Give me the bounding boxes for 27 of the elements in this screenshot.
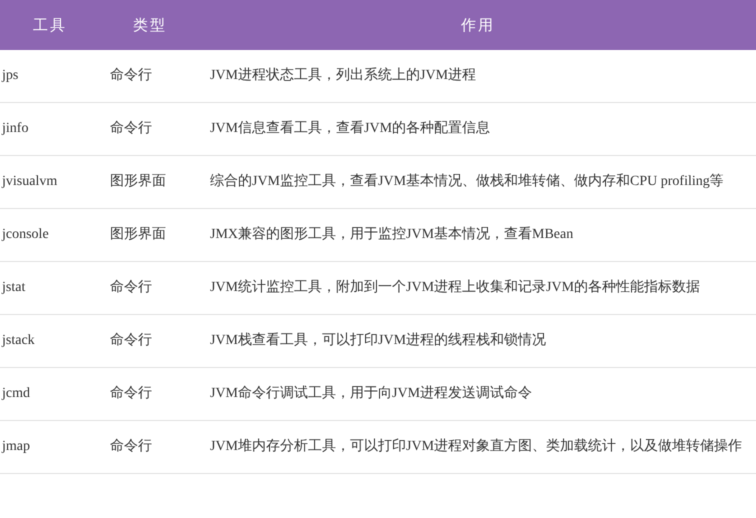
table-cell-text: JVM堆内存分析工具，可以打印JVM进程对象直方图、类加载统计，以及做堆转储操作 <box>210 437 742 456</box>
table-cell-text: 命令行 <box>110 384 152 403</box>
table-cell-text: jmap <box>2 438 30 456</box>
table-cell-text: 命令行 <box>110 120 152 138</box>
table-cell-text: jstat <box>2 279 26 297</box>
table-cell-text: JVM统计监控工具，附加到一个JVM进程上收集和记录JVM的各种性能指标数据 <box>210 278 700 297</box>
table-cell-text: 命令行 <box>110 66 152 85</box>
table-cell-text: jcmd <box>2 385 30 403</box>
table-cell-text: jstack <box>2 332 35 350</box>
table-cell-text: 图形界面 <box>110 173 166 191</box>
table-cell-text: 命令行 <box>110 438 152 456</box>
table-cell-text: jvisualvm <box>2 173 58 191</box>
table-cell-text: JVM命令行调试工具，用于向JVM进程发送调试命令 <box>210 384 532 403</box>
column-header: 类型 <box>100 0 200 50</box>
table-cell-text: jconsole <box>2 226 49 244</box>
table-cell-text: jinfo <box>2 120 28 138</box>
table-cell-text: JVM进程状态工具，列出系统上的JVM进程 <box>210 66 476 85</box>
table-cell-text: 命令行 <box>110 332 152 350</box>
table-cell-text: JMX兼容的图形工具，用于监控JVM基本情况，查看MBean <box>210 225 574 244</box>
table-cell-text: JVM栈查看工具，可以打印JVM进程的线程栈和锁情况 <box>210 332 546 350</box>
table-cell-text: 图形界面 <box>110 226 166 244</box>
table-cell-text: 综合的JVM监控工具，查看JVM基本情况、做栈和堆转储、做内存和CPU profiling等 <box>210 172 724 191</box>
column-header: 作用 <box>200 0 756 50</box>
column-header: 工具 <box>0 0 100 50</box>
table-cell-text: JVM信息查看工具，查看JVM的各种配置信息 <box>210 120 490 138</box>
table-cell-text: jps <box>2 67 18 85</box>
table-cell-text: 命令行 <box>110 278 152 297</box>
